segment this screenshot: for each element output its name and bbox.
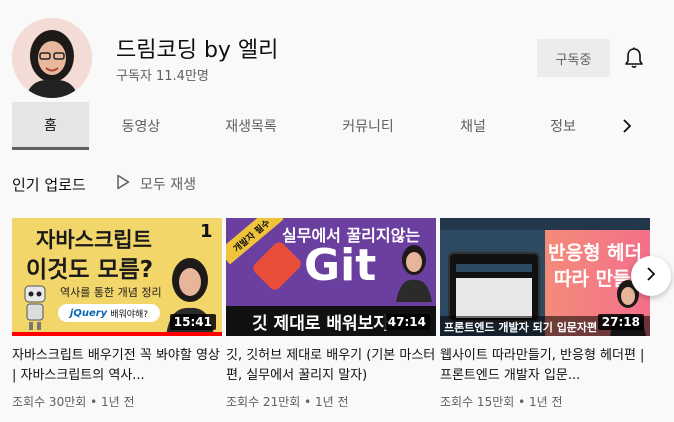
tab-label: 동영상 [121,119,161,135]
thumb-text: 깃 제대로 배워보자 [252,314,389,334]
tab-community[interactable]: 커뮤니티 [327,102,409,150]
video-title[interactable]: 깃, 깃허브 제대로 배우기 (기본 마스터편, 실무에서 꿀리지 말자) [226,346,436,386]
tab-videos[interactable]: 동영상 [100,102,182,150]
thumb-text: Git [304,240,377,291]
thumb-text: 반응형 헤더 [548,242,643,264]
video-duration: 15:41 [169,314,216,330]
tab-label: 홈 [44,117,57,134]
thumb-text: 이것도 모름? [26,257,154,283]
tab-home[interactable]: 홈 [12,102,89,150]
subscriber-count: 구독자 11.4만명 [116,69,209,84]
watch-progress-bar [12,332,222,336]
channel-avatar[interactable] [12,18,92,98]
git-logo-icon [250,239,304,293]
chevron-right-icon[interactable] [612,102,642,150]
video-duration: 47:14 [383,314,430,330]
video-thumbnail[interactable]: 자바스크립트 이것도 모름? 역사를 통한 개념 정리 1 jQuery 배워야… [12,218,222,336]
chevron-right-icon [646,266,656,286]
video-title[interactable]: 자바스크립트 배우기전 꼭 봐야할 영상 | 자바스크립트의 역사... [12,346,222,386]
video-thumbnail[interactable]: 반응형 헤더 따라 만들기 프론트엔드 개발자 되기 입문자편 27:18 [440,218,650,336]
tab-channels[interactable]: 채널 [440,102,506,150]
tab-playlists[interactable]: 재생목록 [210,102,292,150]
thumb-text: 개발자 필수 [231,218,273,255]
play-all-button[interactable]: 모두 재생 [116,172,196,196]
tab-label: 채널 [460,119,486,135]
tab-label: 정보 [550,119,576,135]
play-icon [116,174,130,194]
carousel-next-button[interactable] [631,256,671,296]
video-meta: 조회수 30만회 • 1년 전 [12,395,135,409]
video-card[interactable]: 개발자 필수 실무에서 꿀리지않는 Git 깃 제대로 배워보자 47:14 깃… [226,218,436,410]
channel-name[interactable]: 드림코딩 by 엘리 [116,32,278,64]
video-thumbnail[interactable]: 개발자 필수 실무에서 꿀리지않는 Git 깃 제대로 배워보자 47:14 [226,218,436,336]
channel-tabs: 홈 동영상 재생목록 커뮤니티 채널 정보 [0,102,674,150]
subscribed-button[interactable]: 구독중 [537,39,610,77]
tab-label: 재생목록 [225,119,277,135]
video-title[interactable]: 웹사이트 따라만들기, 반응형 헤더편 | 프론트엔드 개발자 입문... [440,346,650,386]
thumb-text: 프론트엔드 개발자 되기 입문자편 [444,321,598,334]
video-meta: 조회수 21만회 • 1년 전 [226,395,349,409]
play-all-label: 모두 재생 [140,177,196,193]
video-meta: 조회수 15만회 • 1년 전 [440,395,563,409]
robot-illustration [24,285,46,330]
section-title[interactable]: 인기 업로드 [12,174,86,195]
presenter-photo [396,245,432,302]
thumb-text: 역사를 통한 개념 정리 [60,286,162,299]
bell-icon[interactable] [620,44,648,72]
video-card[interactable]: 반응형 헤더 따라 만들기 프론트엔드 개발자 되기 입문자편 27:18 웹사… [440,218,650,410]
tab-about[interactable]: 정보 [530,102,596,150]
thumb-text: jQuery [69,307,108,319]
channel-header: 드림코딩 by 엘리 구독자 11.4만명 구독중 홈 동영상 재생목록 커뮤니… [0,0,674,150]
thumb-text: 배워야해? [110,309,149,320]
popular-uploads-section: 인기 업로드 모두 재생 자바스크립트 이것도 모름? 역사를 통한 개념 정리… [0,150,674,422]
tab-label: 커뮤니티 [342,119,394,135]
thumb-text: 1 [200,221,213,242]
video-card[interactable]: 자바스크립트 이것도 모름? 역사를 통한 개념 정리 1 jQuery 배워야… [12,218,222,410]
video-duration: 27:18 [597,314,644,330]
